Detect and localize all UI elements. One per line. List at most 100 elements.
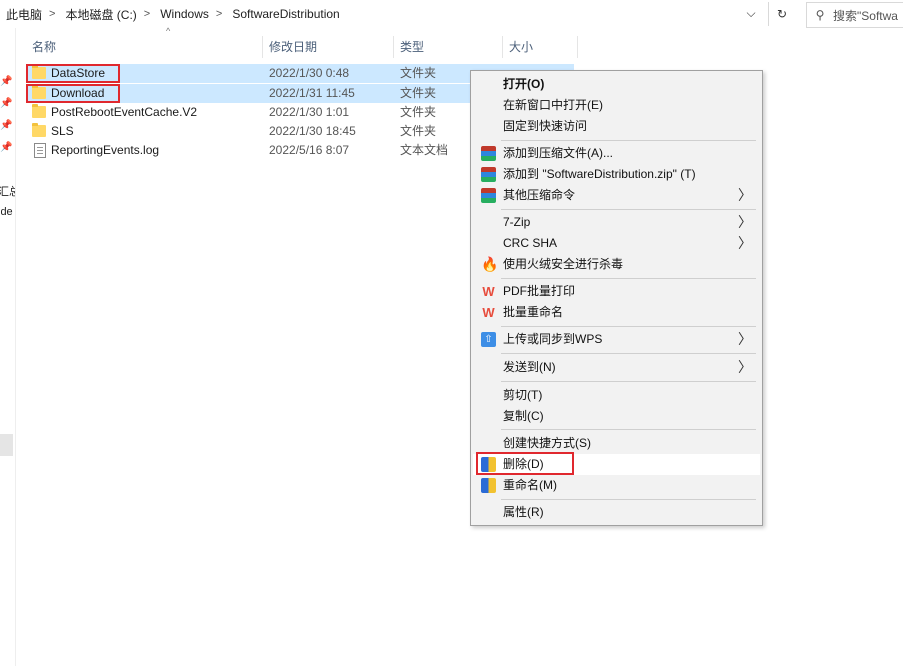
submenu-arrow-icon: 〉	[738, 235, 752, 251]
column-header-date[interactable]: 修改日期	[263, 34, 393, 60]
menu-separator	[501, 499, 756, 500]
menu-item-upload-wps[interactable]: ⇧ 上传或同步到WPS 〉	[473, 329, 760, 350]
menu-label: CRC SHA	[503, 236, 558, 250]
highlight-datastore	[26, 64, 120, 83]
menu-item-other-compress[interactable]: 其他压缩命令 〉	[473, 185, 760, 206]
crumb-separator[interactable]: >	[45, 8, 59, 20]
crumb-separator[interactable]: >	[212, 8, 226, 20]
menu-item-batch-rename[interactable]: W 批量重命名	[473, 302, 760, 323]
menu-item-7zip[interactable]: 7-Zip 〉	[473, 212, 760, 233]
file-name[interactable]: PostRebootEventCache.V2	[51, 103, 197, 122]
menu-label: 其他压缩命令	[503, 188, 576, 202]
file-type: 文件夹	[400, 105, 437, 119]
menu-label: 在新窗口中打开(E)	[503, 98, 603, 112]
menu-item-open-new-window[interactable]: 在新窗口中打开(E)	[473, 95, 760, 116]
menu-label: 添加到 "SoftwareDistribution.zip" (T)	[503, 167, 696, 181]
crumb-softwaredistribution[interactable]: SoftwareDistribution	[226, 7, 342, 21]
menu-separator	[501, 326, 756, 327]
breadcrumb[interactable]: 此电脑 > 本地磁盘 (C:) > Windows > SoftwareDist…	[0, 0, 765, 28]
uac-shield-icon	[481, 478, 496, 493]
cloud-upload-icon: ⇧	[481, 332, 496, 347]
menu-separator	[501, 278, 756, 279]
menu-label: 7-Zip	[503, 215, 531, 229]
menu-label: 创建快捷方式(S)	[503, 436, 591, 450]
column-header-row: ^ 名称 修改日期 类型 大小	[26, 26, 578, 60]
menu-item-huorong-scan[interactable]: 🔥 使用火绒安全进行杀毒	[473, 254, 760, 275]
submenu-arrow-icon: 〉	[738, 359, 752, 375]
search-box[interactable]: ⚲ 搜索"Softwa	[806, 2, 903, 28]
search-icon: ⚲	[815, 8, 825, 22]
nav-selected-item[interactable]	[0, 434, 13, 456]
column-header-size[interactable]: 大小	[503, 34, 577, 60]
folder-icon	[32, 123, 46, 137]
menu-label: 复制(C)	[503, 409, 544, 423]
winrar-icon	[481, 188, 496, 203]
menu-separator	[501, 381, 756, 382]
submenu-arrow-icon: 〉	[738, 331, 752, 347]
pin-icon[interactable]: 📌	[0, 120, 12, 131]
submenu-arrow-icon: 〉	[738, 187, 752, 203]
menu-item-crc-sha[interactable]: CRC SHA 〉	[473, 233, 760, 254]
folder-icon	[32, 104, 46, 118]
menu-label: 发送到(N)	[503, 360, 556, 374]
file-type: 文件夹	[400, 124, 437, 138]
address-bar-area: 此电脑 > 本地磁盘 (C:) > Windows > SoftwareDist…	[0, 0, 903, 28]
menu-separator	[501, 353, 756, 354]
menu-item-open[interactable]: 打开(O)	[473, 74, 760, 95]
menu-separator	[501, 209, 756, 210]
crumb-windows[interactable]: Windows	[154, 7, 212, 21]
menu-item-pin-quick-access[interactable]: 固定到快速访问	[473, 116, 760, 137]
menu-separator	[501, 140, 756, 141]
column-divider[interactable]	[577, 36, 578, 58]
chevron-down-icon[interactable]: ⌵	[742, 6, 760, 24]
menu-item-send-to[interactable]: 发送到(N) 〉	[473, 357, 760, 378]
menu-label: 固定到快速访问	[503, 119, 588, 133]
menu-item-properties[interactable]: 属性(R)	[473, 502, 760, 523]
pin-icon[interactable]: 📌	[0, 76, 12, 87]
file-name[interactable]: SLS	[51, 122, 74, 141]
menu-label: PDF批量打印	[503, 284, 576, 298]
menu-item-add-to-archive[interactable]: 添加到压缩文件(A)...	[473, 143, 760, 164]
pin-icon[interactable]: 📌	[0, 142, 12, 153]
crumb-separator[interactable]: >	[140, 8, 154, 20]
pin-icon[interactable]: 📌	[0, 98, 12, 109]
nav-item-label[interactable]: ide	[0, 206, 13, 218]
wps-icon: W	[482, 305, 495, 320]
file-type: 文件夹	[400, 66, 437, 80]
winrar-icon	[481, 146, 496, 161]
menu-item-cut[interactable]: 剪切(T)	[473, 385, 760, 406]
menu-label: 批量重命名	[503, 305, 564, 319]
fire-icon: 🔥	[481, 256, 499, 272]
column-header-type[interactable]: 类型	[394, 34, 502, 60]
file-name[interactable]: ReportingEvents.log	[51, 141, 159, 160]
navigation-pane: 📌 📌 📌 📌 汇总 ide	[0, 28, 16, 666]
menu-label: 重命名(M)	[503, 478, 557, 492]
highlight-download	[26, 84, 120, 103]
menu-label: 打开(O)	[503, 77, 545, 91]
file-date: 2022/1/31 11:45	[269, 86, 355, 100]
menu-item-add-to-zip[interactable]: 添加到 "SoftwareDistribution.zip" (T)	[473, 164, 760, 185]
menu-item-pdf-print[interactable]: W PDF批量打印	[473, 281, 760, 302]
file-type: 文本文档	[400, 143, 449, 157]
crumb-local-disk[interactable]: 本地磁盘 (C:)	[59, 6, 139, 23]
menu-separator	[501, 429, 756, 430]
crumb-this-pc[interactable]: 此电脑	[0, 6, 45, 23]
nav-item-label[interactable]: 汇总	[0, 183, 15, 199]
menu-item-copy[interactable]: 复制(C)	[473, 406, 760, 427]
menu-label: 上传或同步到WPS	[503, 332, 603, 346]
file-date: 2022/5/16 8:07	[269, 143, 350, 157]
submenu-arrow-icon: 〉	[738, 214, 752, 230]
file-type: 文件夹	[400, 86, 437, 100]
highlight-delete	[476, 452, 574, 475]
menu-label: 添加到压缩文件(A)...	[503, 146, 613, 160]
menu-label: 剪切(T)	[503, 388, 543, 402]
search-placeholder[interactable]: 搜索"Softwa	[833, 7, 898, 24]
menu-item-create-shortcut[interactable]: 创建快捷方式(S)	[473, 433, 760, 454]
refresh-icon[interactable]: ↻	[768, 2, 795, 26]
menu-label: 使用火绒安全进行杀毒	[503, 257, 624, 271]
menu-item-rename[interactable]: 重命名(M)	[473, 475, 760, 496]
file-date: 2022/1/30 1:01	[269, 105, 350, 119]
winrar-icon	[481, 167, 496, 182]
file-date: 2022/1/30 18:45	[269, 124, 356, 138]
column-header-name[interactable]: 名称	[26, 34, 262, 60]
